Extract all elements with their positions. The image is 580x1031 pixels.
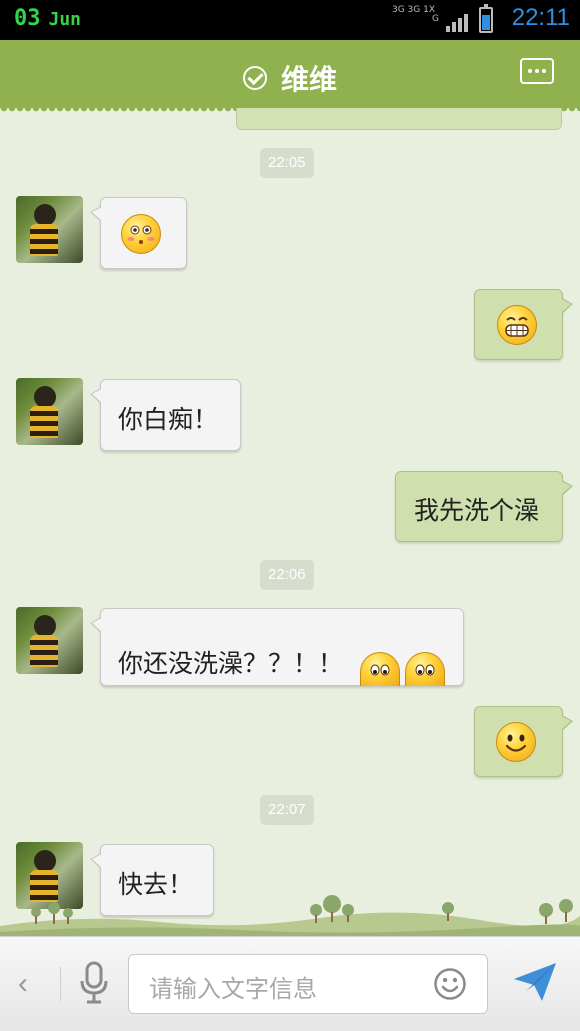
- peeking-face-icon: [360, 652, 400, 686]
- message-text: 快去！: [118, 870, 194, 899]
- collapse-arrow-button[interactable]: ‹: [18, 967, 28, 1001]
- check-circle-icon: [242, 66, 267, 90]
- message-input[interactable]: 请输入文字信息: [128, 954, 488, 1014]
- timestamp: 22:07: [260, 795, 314, 825]
- message-bubble-outgoing[interactable]: 我先洗个澡: [395, 471, 573, 542]
- network-g: G: [432, 14, 439, 24]
- timestamp: 22:05: [260, 148, 314, 178]
- message-text: 你白痴！: [118, 405, 219, 434]
- status-date: 03 Jun: [14, 6, 81, 31]
- paper-plane-icon[interactable]: [512, 961, 558, 1003]
- contact-avatar[interactable]: [16, 842, 83, 909]
- message-bubble-incoming[interactable]: 你还没洗澡？？！！: [90, 608, 464, 686]
- message-bubble-outgoing[interactable]: [474, 706, 573, 777]
- chat-messages[interactable]: 22:05 你白痴！ 我先洗个澡 22:06 你还没洗澡？？！！ 22:07 快…: [0, 108, 580, 936]
- signal-strength-icon: [446, 12, 468, 32]
- status-bar: 03 Jun 3G 3G 1X G 22:11: [0, 0, 580, 40]
- message-bubble-incoming[interactable]: [90, 197, 187, 269]
- smiley-icon[interactable]: [433, 967, 467, 1001]
- chat-title-area: 维维: [0, 58, 580, 98]
- smiling-face-icon: [496, 722, 536, 762]
- divider: [60, 967, 61, 1001]
- contact-avatar[interactable]: [16, 378, 83, 445]
- battery-icon: [479, 4, 493, 33]
- status-time: 22:11: [511, 4, 570, 31]
- chat-title: 维维: [280, 63, 337, 96]
- status-date-day: 03: [14, 6, 41, 31]
- message-input-bar: ‹ 请输入文字信息: [0, 936, 580, 1031]
- microphone-icon[interactable]: [78, 961, 110, 1005]
- message-input-placeholder: 请输入文字信息: [149, 975, 317, 1003]
- more-dots-icon[interactable]: [520, 58, 554, 84]
- message-text: 你还没洗澡？？！！: [118, 649, 344, 678]
- peeking-face-icon: [405, 652, 445, 686]
- chat-header: 维维: [0, 40, 580, 114]
- network-indicator: 3G 3G 1X G: [392, 6, 439, 24]
- previous-message-bubble[interactable]: [236, 108, 562, 130]
- message-bubble-outgoing[interactable]: [474, 289, 573, 360]
- message-bubble-incoming[interactable]: 你白痴！: [90, 379, 241, 451]
- contact-avatar[interactable]: [16, 607, 83, 674]
- timestamp: 22:06: [260, 560, 314, 590]
- status-date-month: Jun: [48, 9, 82, 30]
- contact-avatar[interactable]: [16, 196, 83, 263]
- blushing-face-icon: [121, 214, 161, 254]
- message-text: 我先洗个澡: [414, 496, 540, 525]
- grinning-teeth-face-icon: [497, 305, 537, 345]
- message-bubble-incoming[interactable]: 快去！: [90, 844, 214, 916]
